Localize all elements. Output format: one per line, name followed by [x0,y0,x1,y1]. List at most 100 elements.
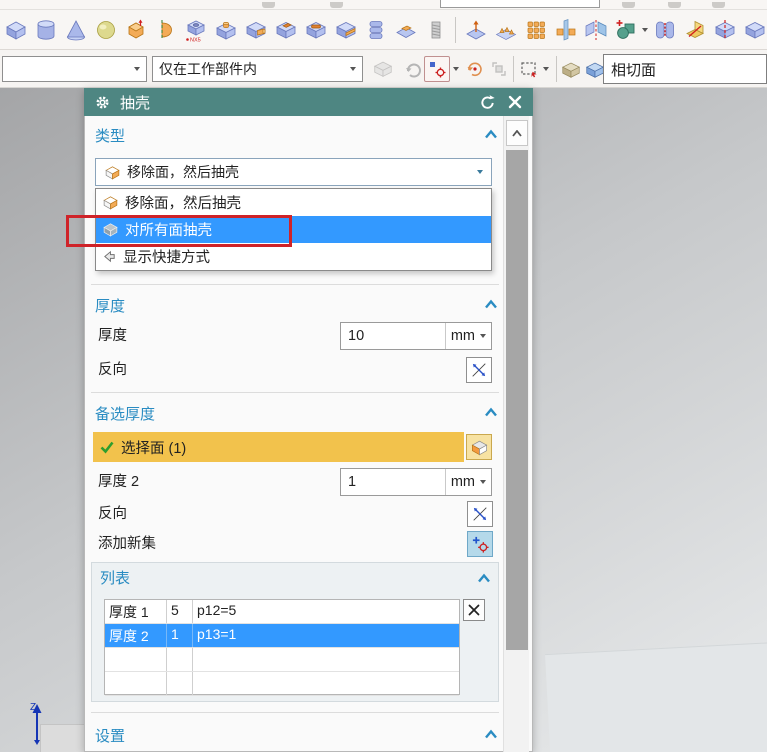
unite-dropdown-caret[interactable] [642,27,648,32]
snap-dropdown-caret[interactable] [453,67,459,71]
thickness-unit-dropdown[interactable]: mm [444,323,491,349]
mirror-feature-icon[interactable] [552,15,579,45]
scroll-up-button[interactable] [506,120,528,146]
dialog-body: 类型 移除面，然后抽壳 移除面，然后抽壳 对所有面抽壳 显示快捷方式 厚度 厚度… [84,116,533,752]
dialog-titlebar[interactable]: 抽壳 [84,88,533,116]
table-row-empty[interactable] [105,648,459,672]
snap-point-icon[interactable] [424,56,450,82]
unit-label: mm [450,328,475,344]
face-rule-field[interactable]: 相切面 [603,54,767,84]
collapse-chevron-icon[interactable] [483,726,499,742]
thickness2-input[interactable]: 1 mm [340,468,492,496]
edge-clip-icon[interactable] [741,15,767,45]
clipped-icon [712,2,725,8]
cone-icon[interactable] [62,15,89,45]
trim-body-icon[interactable] [681,15,708,45]
selection-scope-combobox[interactable]: 仅在工作部件内 [152,56,363,82]
cylinder-icon[interactable] [32,15,59,45]
dropdown-option-all-faces[interactable]: 对所有面抽壳 [96,216,491,243]
chevron-down-icon [477,170,483,174]
pattern-feature-icon[interactable] [492,15,519,45]
section-divider [91,712,499,713]
collapse-chevron-icon[interactable] [483,296,499,312]
collapse-chevron-icon[interactable] [483,126,499,142]
thickness-list-table: 厚度 1 5 p12=5 厚度 2 1 p13=1 [104,599,460,696]
row-name: 厚度 1 [105,600,167,623]
thickness-value[interactable]: 10 [341,328,445,344]
face-rule-value: 相切面 [611,61,657,79]
view-section-icon[interactable] [711,15,738,45]
select-face-row[interactable]: 选择面 (1) [93,432,464,462]
remove-face-cube-icon [105,165,120,179]
thickness2-unit-dropdown[interactable]: mm [444,469,491,495]
unite-boolean-icon[interactable] [612,15,639,45]
scrollbar-thumb[interactable] [506,150,528,650]
thickness-label: 厚度 [98,328,127,344]
pattern-geometry-icon[interactable] [522,15,549,45]
extrude-icon[interactable] [122,15,149,45]
groove-icon[interactable] [332,15,359,45]
thread-icon[interactable] [422,15,449,45]
chevron-down-icon [480,334,486,338]
dropdown-option-show-shortcuts[interactable]: 显示快捷方式 [96,243,491,270]
chevron-down-icon [350,67,356,71]
gear-icon[interactable] [92,92,112,112]
close-icon [468,604,480,616]
point-rotate-icon[interactable] [462,56,488,82]
type-section-header: 类型 [95,127,126,145]
selection-filter-toolbar: 仅在工作部件内 相切面 [0,50,767,88]
sew-icon[interactable] [651,15,678,45]
table-row[interactable]: 厚度 1 5 p12=5 [105,600,459,624]
face-select-button[interactable] [466,434,492,460]
reset-icon[interactable] [477,92,497,112]
add-new-set-button[interactable] [467,531,493,557]
model-body[interactable] [545,642,767,752]
assembly-scope-icon[interactable] [370,56,396,82]
green-check-icon [100,441,114,454]
option-label: 移除面，然后抽壳 [125,196,241,212]
sphere-icon[interactable] [92,15,119,45]
table-row-selected[interactable]: 厚度 2 1 p13=1 [105,624,459,648]
svg-text:NX5: NX5 [190,37,201,43]
thickness2-value[interactable]: 1 [341,474,445,490]
remove-set-button[interactable] [463,599,485,621]
selection-type-combobox[interactable] [2,56,147,82]
pad-icon[interactable] [242,15,269,45]
reverse-direction2-button[interactable] [467,501,493,527]
svg-text:Z: Z [30,702,36,713]
list-section-header: 列表 [100,570,131,587]
thickness2-label: 厚度 2 [98,474,140,490]
emboss-icon[interactable] [392,15,419,45]
block-icon[interactable] [2,15,29,45]
dialog-scrollbar[interactable] [503,116,529,752]
clipped-icon [622,2,635,8]
revolve-icon[interactable] [152,15,179,45]
stacked-features-icon[interactable] [362,15,389,45]
offset-surface-icon[interactable] [462,15,489,45]
top-partial-toolbar [0,0,767,10]
move-handles-icon[interactable] [486,56,512,82]
toolbar-separator [455,16,456,43]
rectangle-select-icon[interactable] [516,56,542,82]
close-icon[interactable] [505,92,525,112]
hole-icon[interactable]: NX5 [182,15,209,45]
toolbar-separator [513,56,514,82]
shell-type-dropdown: 移除面，然后抽壳 对所有面抽壳 显示快捷方式 [95,188,492,271]
undo-icon[interactable] [400,56,426,82]
clipped-combobox[interactable] [440,0,600,8]
shell-type-combobox[interactable]: 移除面，然后抽壳 [95,158,492,186]
select-dropdown-caret[interactable] [543,67,549,71]
thickness-input[interactable]: 10 mm [340,322,492,350]
dropdown-option-remove-face[interactable]: 移除面，然后抽壳 [96,189,491,216]
table-row-empty[interactable] [105,672,459,696]
render-style-icon[interactable] [558,56,584,82]
boss-icon[interactable] [212,15,239,45]
clipped-icon [330,2,343,8]
add-new-set-label: 添加新集 [98,536,156,552]
collapse-chevron-icon[interactable] [483,404,499,420]
reverse-direction-button[interactable] [466,357,492,383]
mirror-geometry-icon[interactable] [582,15,609,45]
slot-icon[interactable] [302,15,329,45]
collapse-chevron-icon[interactable] [476,570,492,586]
pocket-icon[interactable] [272,15,299,45]
